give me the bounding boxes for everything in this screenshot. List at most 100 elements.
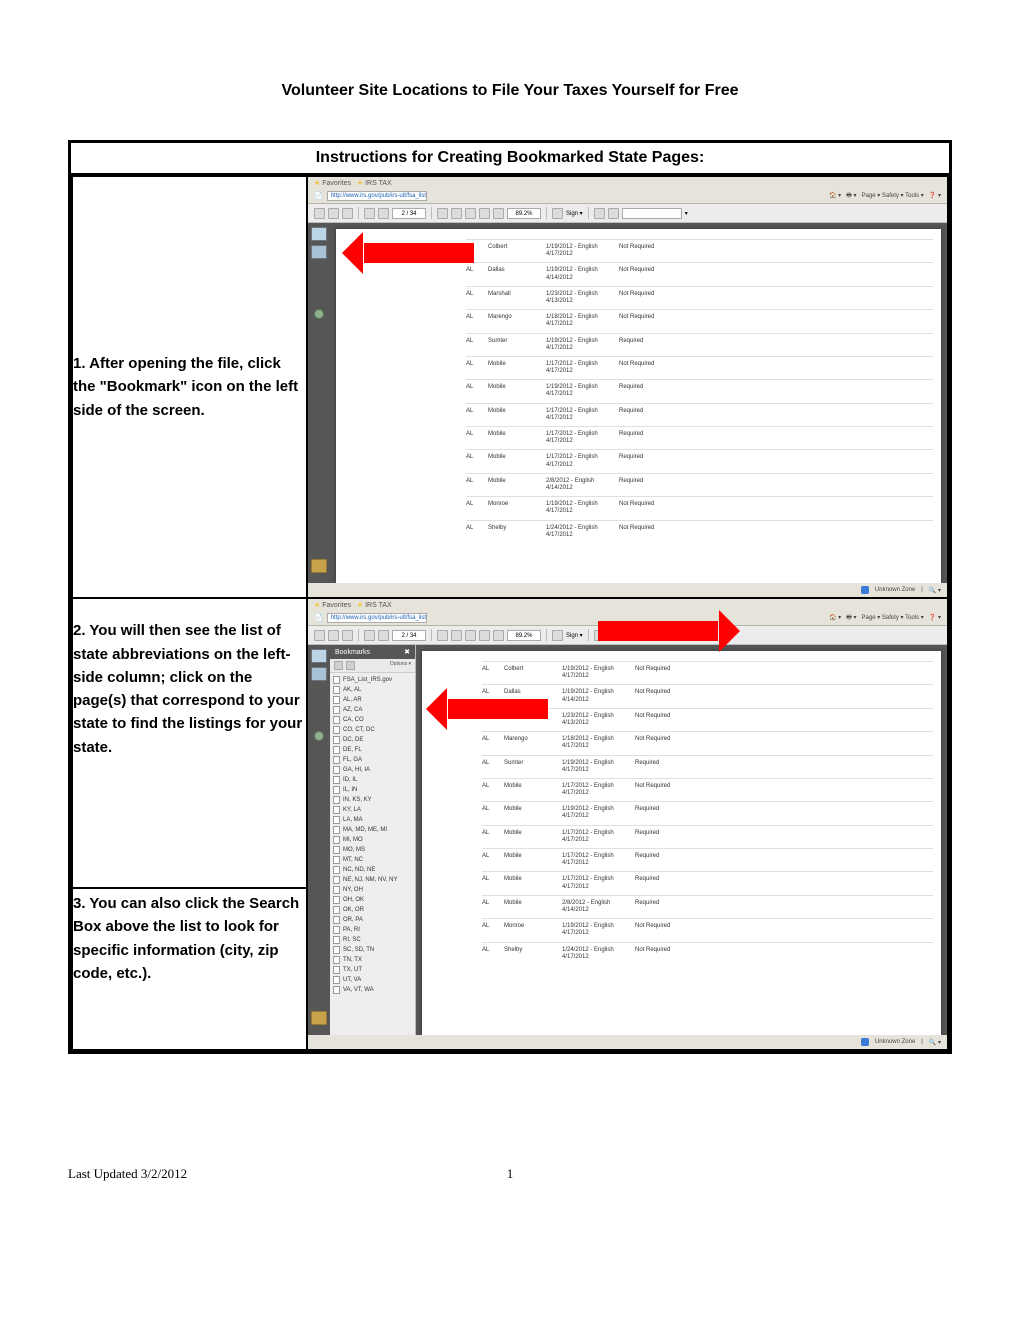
bookmark-item[interactable]: DC, DE [333, 735, 412, 745]
cell-dates: 1/18/2012 - English 4/17/2012 [546, 314, 611, 328]
bookmark-label: CA, CO [343, 717, 364, 723]
signatures-panel-icon[interactable] [311, 1011, 327, 1025]
attachments-panel-icon[interactable] [314, 309, 324, 319]
cell-required: Not Required [619, 267, 674, 273]
address-bar[interactable]: http://www.irs.gov/pub/irs-utl/fsa_list_… [327, 613, 427, 623]
bookmark-item[interactable]: MT, NC [333, 855, 412, 865]
bookmark-item[interactable]: LA, MA [333, 815, 412, 825]
bm-del-icon[interactable] [346, 661, 355, 670]
bookmark-item[interactable]: DE, FL [333, 745, 412, 755]
bookmark-label: TX, UT [343, 967, 362, 973]
bookmark-label: UT, VA [343, 977, 361, 983]
toolbar-save-icon[interactable] [314, 208, 325, 219]
toolbar-print-icon[interactable] [328, 630, 339, 641]
page-indicator[interactable]: 2 / 34 [392, 630, 426, 641]
bookmark-item[interactable]: CA, CO [333, 715, 412, 725]
page-icon [333, 966, 340, 974]
cell-state: AL [466, 361, 480, 367]
toolbar-find-icon[interactable] [608, 208, 619, 219]
table-row: ALMobile1/19/2012 - English 4/17/2012Req… [466, 379, 933, 402]
signatures-panel-icon[interactable] [311, 559, 327, 573]
toolbar-print-icon[interactable] [328, 208, 339, 219]
bookmark-item[interactable]: GA, HI, IA [333, 765, 412, 775]
toolbar-prev-icon[interactable] [364, 208, 375, 219]
toolbar-search-input[interactable] [622, 208, 682, 219]
pages-panel-icon[interactable] [311, 649, 327, 663]
bookmark-item[interactable]: SC, SD, TN [333, 945, 412, 955]
toolbar-zoomout2-icon[interactable] [493, 208, 504, 219]
bookmark-label: AZ, CA [343, 707, 362, 713]
bookmark-item[interactable]: FSA_List_IRS.gov [333, 675, 412, 685]
ie-menu[interactable]: 🏠 ▾ 🖶 ▾ Page ▾ Safety ▾ Tools ▾ ❓ ▾ [829, 191, 941, 201]
bookmark-item[interactable]: NY, OH [333, 885, 412, 895]
ie-menu[interactable]: 🏠 ▾ 🖶 ▾ Page ▾ Safety ▾ Tools ▾ ❓ ▾ [829, 613, 941, 623]
toolbar-sign-icon[interactable] [552, 630, 563, 641]
page-icon [333, 826, 340, 834]
tab-label: IRS TAX [365, 602, 392, 609]
toolbar-next-icon[interactable] [378, 208, 389, 219]
address-bar[interactable]: http://www.irs.gov/pub/irs-utl/fsa_list_… [327, 191, 427, 201]
bookmark-item[interactable]: PA, RI [333, 925, 412, 935]
bookmark-item[interactable]: VA, VT, WA [333, 985, 412, 995]
pages-panel-icon[interactable] [311, 227, 327, 241]
toolbar-mail-icon[interactable] [342, 630, 353, 641]
bookmark-label: ID, IL [343, 777, 357, 783]
bookmark-item[interactable]: AL, AR [333, 695, 412, 705]
bm-options[interactable]: Options ▾ [390, 661, 411, 670]
bookmark-item[interactable]: RI, SC [333, 935, 412, 945]
bookmark-item[interactable]: OK, OR [333, 905, 412, 915]
toolbar-thumb-icon[interactable] [437, 208, 448, 219]
bookmark-item[interactable]: AK, AL [333, 685, 412, 695]
toolbar-prev-icon[interactable] [364, 630, 375, 641]
bookmark-item[interactable]: FL, GA [333, 755, 412, 765]
bookmark-item[interactable]: KY, LA [333, 805, 412, 815]
bookmark-item[interactable]: OH, OK [333, 895, 412, 905]
page-icon [333, 816, 340, 824]
bookmarks-panel-icon[interactable]: Bookmarks Mark specific points of intere… [311, 245, 327, 259]
toolbar-zoomout-icon[interactable] [451, 630, 462, 641]
table-row: ALMobile1/17/2012 - English 4/17/2012Req… [482, 871, 933, 894]
divider [431, 629, 432, 641]
bookmark-item[interactable]: MO, MS [333, 845, 412, 855]
toolbar-zoomout-icon[interactable] [451, 208, 462, 219]
bookmark-item[interactable]: AZ, CA [333, 705, 412, 715]
cell-dates: 1/18/2012 - English 4/17/2012 [562, 736, 627, 750]
bookmarks-list: FSA_List_IRS.govAK, AL AL, AR AZ, CA CA, CO… [330, 673, 415, 997]
search-dropdown-icon[interactable]: ▾ [685, 210, 688, 217]
zoom-box[interactable]: 89.2% [507, 630, 541, 641]
bookmark-item[interactable]: UT, VA [333, 975, 412, 985]
close-icon[interactable]: ✖ [404, 648, 410, 656]
toolbar-thumb-icon[interactable] [437, 630, 448, 641]
page-icon [333, 946, 340, 954]
bookmark-item[interactable]: TX, UT [333, 965, 412, 975]
toolbar-save-icon[interactable] [314, 630, 325, 641]
toolbar-zoomout2-icon[interactable] [493, 630, 504, 641]
toolbar-next-icon[interactable] [378, 630, 389, 641]
bookmarks-panel-icon[interactable] [311, 667, 327, 681]
bookmark-item[interactable]: OR, PA [333, 915, 412, 925]
cell-required: Required [619, 384, 674, 390]
bookmark-item[interactable]: IN, KS, KY [333, 795, 412, 805]
attachments-panel-icon[interactable] [314, 731, 324, 741]
bookmark-item[interactable]: IL, IN [333, 785, 412, 795]
page-indicator[interactable]: 2 / 34 [392, 208, 426, 219]
bookmark-item[interactable]: MI, MO [333, 835, 412, 845]
toolbar-hand-icon[interactable] [465, 208, 476, 219]
bm-new-icon[interactable] [334, 661, 343, 670]
bookmark-item[interactable]: TN, TX [333, 955, 412, 965]
table-row: ALColbert1/19/2012 - English 4/17/2012No… [482, 661, 933, 684]
zoom-box[interactable]: 89.2% [507, 208, 541, 219]
toolbar-comment-icon[interactable] [594, 208, 605, 219]
bookmark-item[interactable]: NC, ND, NE [333, 865, 412, 875]
bookmark-item[interactable]: MA, MD, ME, MI [333, 825, 412, 835]
bookmark-item[interactable]: CO, CT, DC [333, 725, 412, 735]
toolbar-mail-icon[interactable] [342, 208, 353, 219]
bookmark-item[interactable]: ID, IL [333, 775, 412, 785]
toolbar-sign-icon[interactable] [552, 208, 563, 219]
toolbar-zoomin-icon[interactable] [479, 630, 490, 641]
bookmark-item[interactable]: NE, NJ, NM, NV, NY [333, 875, 412, 885]
toolbar-zoomin-icon[interactable] [479, 208, 490, 219]
bookmark-label: AL, AR [343, 697, 362, 703]
cell-dates: 1/19/2012 - English 4/14/2012 [546, 267, 611, 281]
toolbar-hand-icon[interactable] [465, 630, 476, 641]
